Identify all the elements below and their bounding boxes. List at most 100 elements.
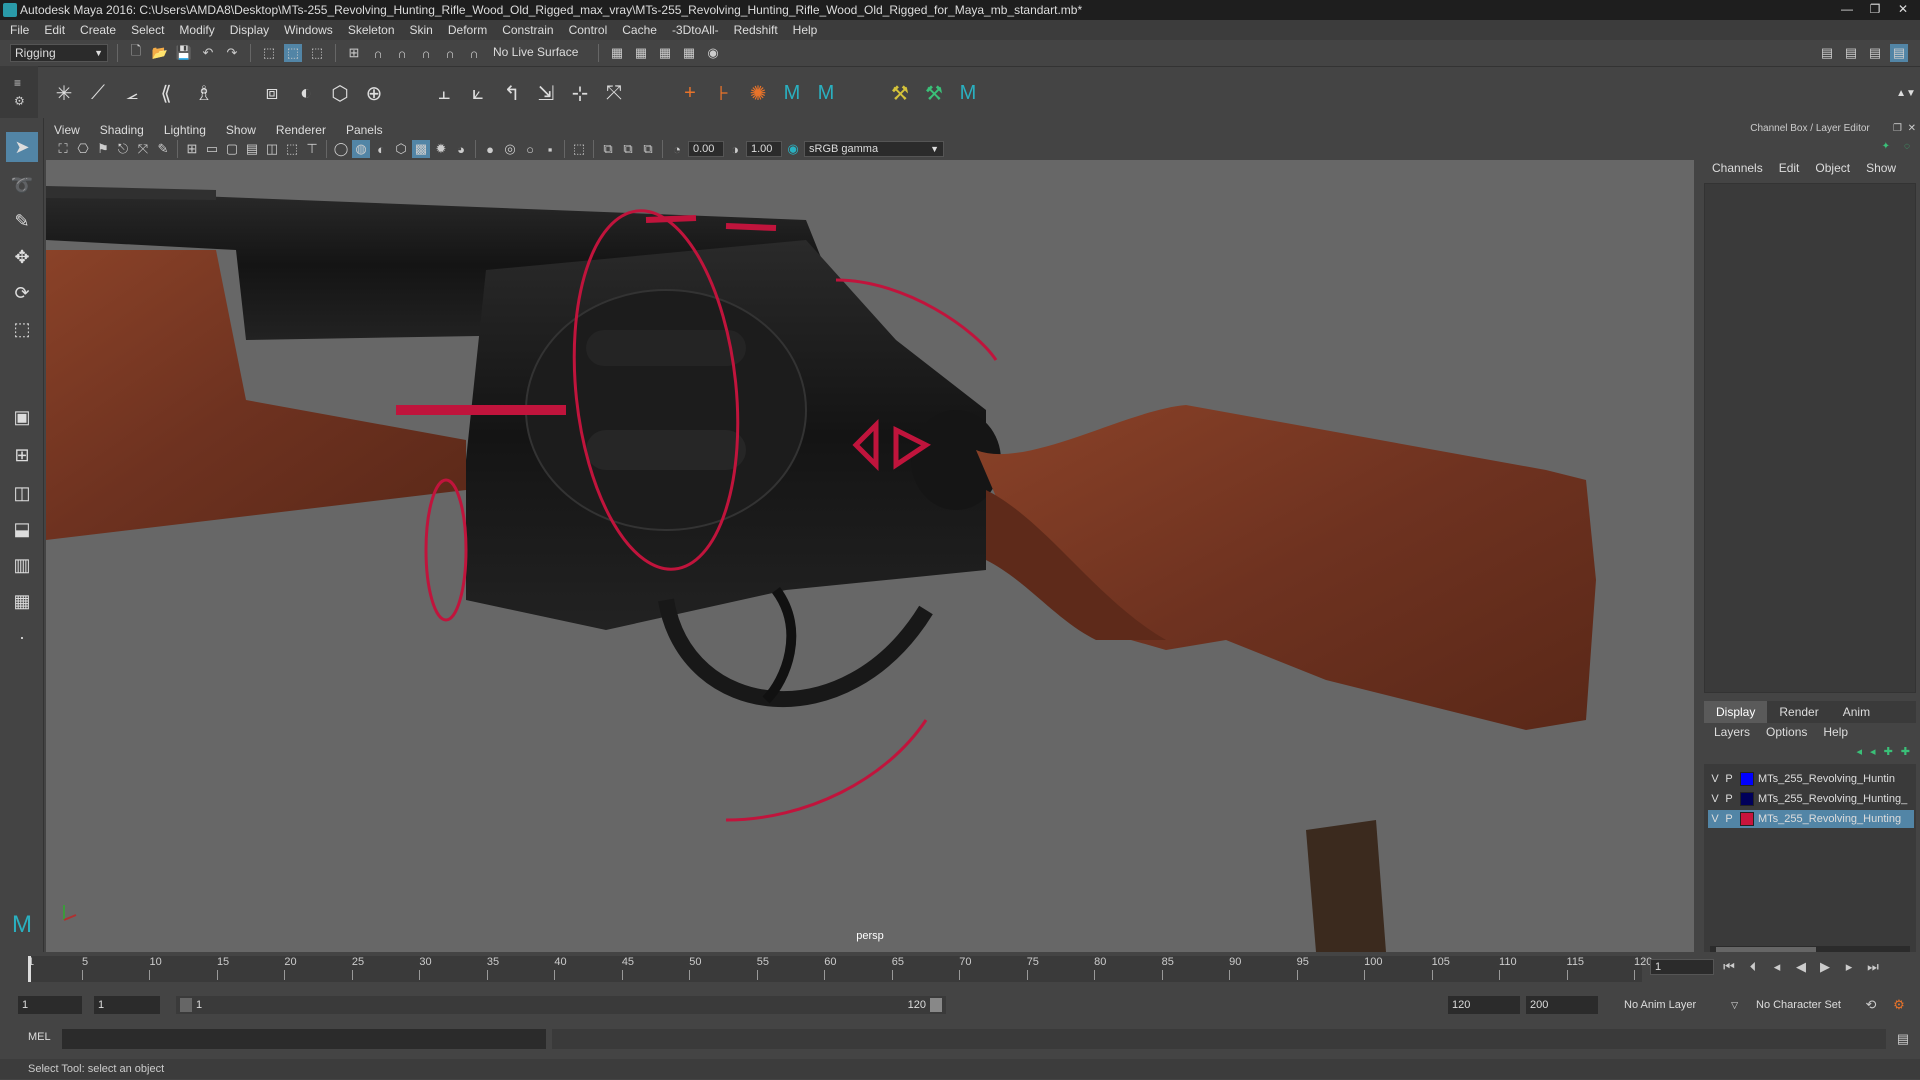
xray-joints-icon[interactable]: ⧉ xyxy=(619,140,637,158)
field-chart-icon[interactable]: ◫ xyxy=(263,140,281,158)
channel-box-tool-b-icon[interactable]: ◌ xyxy=(1904,141,1910,152)
grease-pencil-icon[interactable]: ✎ xyxy=(154,140,172,158)
layer-visibility-toggle[interactable]: V xyxy=(1708,773,1722,785)
set-driven-key-icon[interactable]: ✺ xyxy=(744,79,772,107)
exposure-field[interactable]: 0.00 xyxy=(688,141,724,157)
paint-weights-icon[interactable]: ◐ xyxy=(292,79,320,107)
viewport-menu-renderer[interactable]: Renderer xyxy=(276,123,326,137)
menu-redshift[interactable]: Redshift xyxy=(734,23,778,37)
perspective-viewport[interactable]: persp xyxy=(46,160,1694,952)
snap-projected-icon[interactable]: ∩ xyxy=(417,44,435,62)
move-layer-down-icon[interactable]: ◂ xyxy=(1870,745,1876,758)
select-object-icon[interactable]: ⬚ xyxy=(284,44,302,62)
new-scene-icon[interactable]: 🗋 xyxy=(127,43,145,62)
hypershade-layout-icon[interactable]: ▥ xyxy=(6,550,38,580)
layer-color-swatch[interactable] xyxy=(1740,812,1754,826)
layer-visibility-toggle[interactable]: V xyxy=(1708,793,1722,805)
close-button[interactable]: ✕ xyxy=(1890,0,1916,18)
use-default-material-icon[interactable]: ◐ xyxy=(372,140,390,158)
channel-box-tool-a-icon[interactable]: ✦ xyxy=(1882,141,1890,152)
save-scene-icon[interactable]: 💾 xyxy=(175,44,193,62)
tool-settings-icon[interactable]: ▤ xyxy=(1866,44,1884,62)
layer-menu-help[interactable]: Help xyxy=(1823,725,1848,739)
single-perspective-layout-icon[interactable]: ▣ xyxy=(6,402,38,432)
smooth-shade-icon[interactable]: ◍ xyxy=(352,140,370,158)
range-start-handle[interactable] xyxy=(180,998,192,1012)
grid-icon[interactable]: ⊞ xyxy=(183,140,201,158)
attribute-editor-icon[interactable]: ▤ xyxy=(1842,44,1860,62)
point-constraint-icon[interactable]: ⫠ xyxy=(430,79,458,107)
render-current-icon[interactable]: ▦ xyxy=(632,44,650,62)
time-ruler[interactable]: 1 5 10 15 20 25 30 35 40 45 50 55 60 65 70 75 80 85 90 95 10… xyxy=(28,956,1652,982)
viewport-menu-shading[interactable]: Shading xyxy=(100,123,144,137)
menu-windows[interactable]: Windows xyxy=(284,23,333,37)
select-tool-icon[interactable]: ➤ xyxy=(6,132,38,162)
hik-icon[interactable]: ♗ xyxy=(190,79,218,107)
use-all-lights-icon[interactable]: ✹ xyxy=(432,140,450,158)
channel-box-toggle-icon[interactable]: ▤ xyxy=(1890,44,1908,62)
exposure-icon[interactable]: ◔ xyxy=(668,140,686,158)
gamma-icon[interactable]: ◑ xyxy=(726,140,744,158)
xray-components-icon[interactable]: ⧉ xyxy=(639,140,657,158)
shadows-icon[interactable]: ◕ xyxy=(452,140,470,158)
script-tool-b-icon[interactable]: ⚒ xyxy=(920,79,948,107)
move-tool-icon[interactable]: ✥ xyxy=(6,242,38,272)
animation-preferences-icon[interactable]: ⚙ xyxy=(1890,996,1908,1014)
cb-menu-channels[interactable]: Channels xyxy=(1712,161,1763,175)
create-joint-icon[interactable]: ✳ xyxy=(50,79,78,107)
animation-end-field[interactable]: 200 xyxy=(1526,996,1598,1014)
image-plane-icon[interactable]: ⎋ xyxy=(114,140,132,158)
move-layer-up-icon[interactable]: ◂ xyxy=(1857,745,1863,758)
layer-row[interactable]: V P MTs_255_Revolving_Hunting xyxy=(1708,810,1914,828)
tab-anim[interactable]: Anim xyxy=(1831,701,1882,723)
ik-handle-icon[interactable]: ⟋ xyxy=(84,79,112,107)
menu-create[interactable]: Create xyxy=(80,23,116,37)
resolution-gate-icon[interactable]: ▢ xyxy=(223,140,241,158)
aim-constraint-icon[interactable]: ⟀ xyxy=(464,79,492,107)
command-language-label[interactable]: MEL xyxy=(28,1031,51,1043)
viewport-menu-view[interactable]: View xyxy=(54,123,80,137)
film-gate-icon[interactable]: ▭ xyxy=(203,140,221,158)
live-surface-field[interactable]: No Live Surface xyxy=(489,44,589,62)
menu-cache[interactable]: Cache xyxy=(622,23,657,37)
paint-select-icon[interactable]: ✎ xyxy=(6,206,38,236)
bind-skin-icon[interactable]: ⧈ xyxy=(258,79,286,107)
joint-orient-icon[interactable]: ⊦ xyxy=(710,79,738,107)
shelf-tabs-handle[interactable]: ≡ ⚙ xyxy=(0,66,38,118)
minimize-button[interactable]: — xyxy=(1834,0,1860,18)
animation-start-field[interactable]: 1 xyxy=(18,996,82,1014)
hypershade-icon[interactable]: ◉ xyxy=(704,44,722,62)
menu-modify[interactable]: Modify xyxy=(179,23,214,37)
bookmark-icon[interactable]: ⚑ xyxy=(94,140,112,158)
shelf-menu-icon[interactable]: ≡ xyxy=(14,76,21,90)
safe-action-icon[interactable]: ⬚ xyxy=(283,140,301,158)
layer-playback-toggle[interactable]: P xyxy=(1722,813,1736,825)
custom-layout-icon[interactable]: ▦ xyxy=(6,586,38,616)
cb-menu-show[interactable]: Show xyxy=(1866,161,1896,175)
ipr-render-icon[interactable]: ▦ xyxy=(656,44,674,62)
menu-edit[interactable]: Edit xyxy=(44,23,65,37)
menu-file[interactable]: File xyxy=(10,23,29,37)
menu-3dtoall[interactable]: -3DtoAll- xyxy=(672,23,719,37)
cb-menu-edit[interactable]: Edit xyxy=(1779,161,1800,175)
step-back-frame-icon[interactable]: ◂ xyxy=(1768,958,1786,976)
render-settings-icon[interactable]: ▦ xyxy=(680,44,698,62)
gamma-field[interactable]: 1.00 xyxy=(746,141,782,157)
locator-icon[interactable]: + xyxy=(676,79,704,107)
multisample-aa-icon[interactable]: ○ xyxy=(521,140,539,158)
new-empty-layer-icon[interactable]: ✚ xyxy=(1884,745,1893,758)
play-forwards-icon[interactable]: ▶ xyxy=(1816,958,1834,976)
cluster-icon[interactable]: ⊕ xyxy=(360,79,388,107)
undo-icon[interactable]: ↶ xyxy=(199,44,217,62)
xray-icon[interactable]: ⧉ xyxy=(599,140,617,158)
two-d-pan-icon[interactable]: ⤧ xyxy=(134,140,152,158)
snap-point-icon[interactable]: ∩ xyxy=(393,44,411,62)
anim-layer-dropdown[interactable]: No Anim Layer ▽ xyxy=(1620,996,1738,1014)
script-tool-a-icon[interactable]: ⚒ xyxy=(886,79,914,107)
menu-help[interactable]: Help xyxy=(793,23,818,37)
wireframe-on-shaded-icon[interactable]: ⬡ xyxy=(392,140,410,158)
menu-display[interactable]: Display xyxy=(230,23,269,37)
float-panel-icon[interactable]: ❐ xyxy=(1893,123,1902,134)
parent-constraint-icon[interactable]: ⊹ xyxy=(566,79,594,107)
orient-constraint-icon[interactable]: ↰ xyxy=(498,79,526,107)
